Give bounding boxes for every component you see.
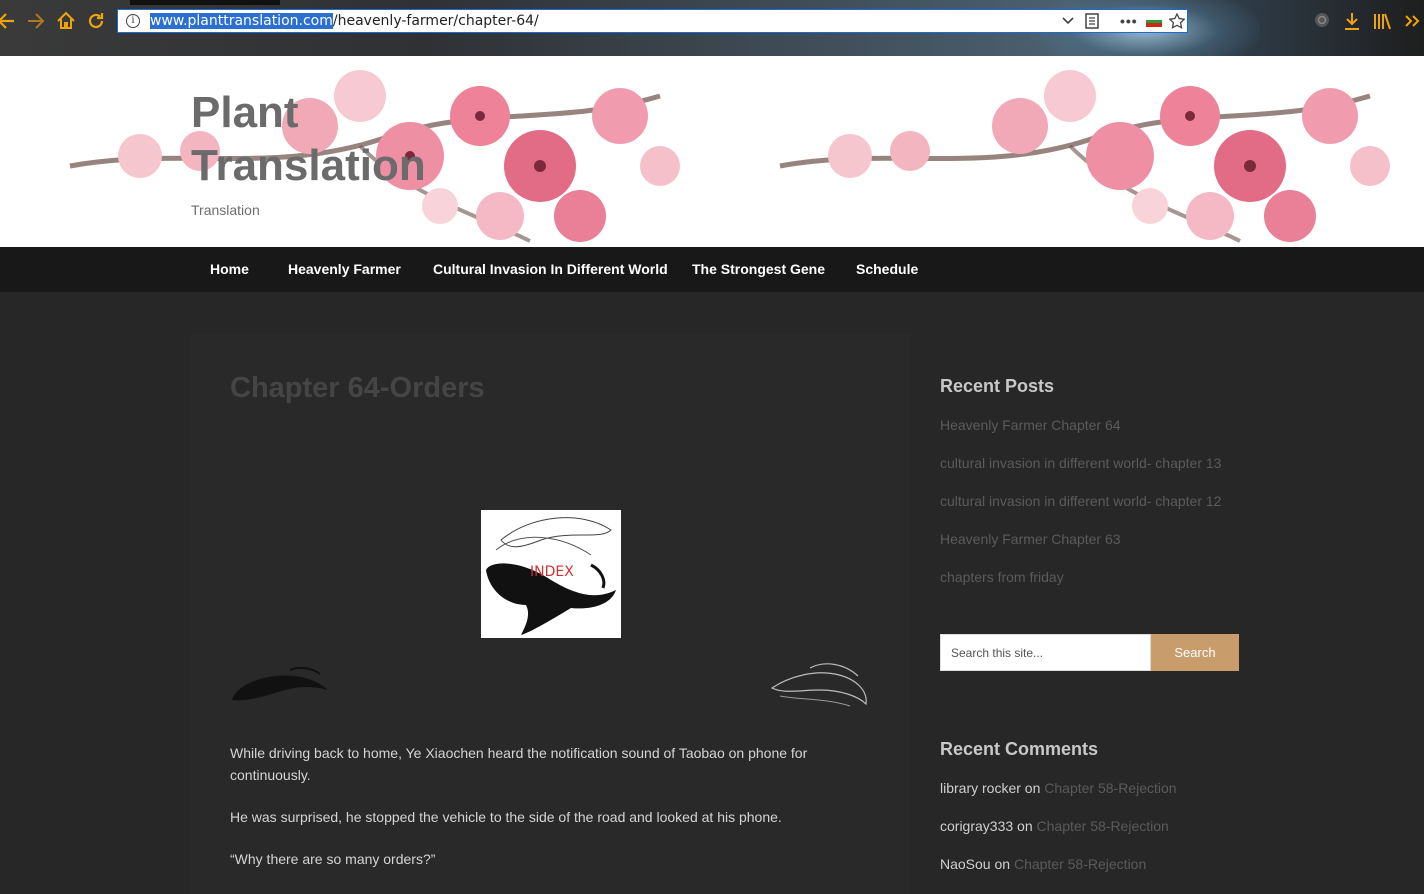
recent-posts-title: Recent Posts xyxy=(940,376,1055,396)
recent-post-link[interactable]: Heavenly Farmer Chapter 63 xyxy=(940,531,1121,547)
back-icon[interactable] xyxy=(0,10,18,34)
next-chapter-fish-icon[interactable] xyxy=(770,660,872,710)
site-tagline: Translation xyxy=(191,202,260,218)
main-navigation: Home Heavenly Farmer Cultural Invasion I… xyxy=(0,247,1424,292)
post-title: Chapter 64-Orders xyxy=(230,372,485,404)
recent-post-link[interactable]: cultural invasion in different world- ch… xyxy=(940,455,1221,471)
recent-post-link[interactable]: cultural invasion in different world- ch… xyxy=(940,493,1221,509)
search-button[interactable]: Search xyxy=(1151,634,1239,671)
dropdown-icon[interactable] xyxy=(1062,13,1074,32)
recent-comment: NaoSou on Chapter 58-Rejection xyxy=(940,856,1146,872)
download-icon[interactable] xyxy=(1343,11,1361,35)
comment-post-link[interactable]: Chapter 58-Rejection xyxy=(1037,818,1169,834)
nav-item-cultural-invasion[interactable]: Cultural Invasion In Different World xyxy=(433,261,668,277)
recent-comments-title: Recent Comments xyxy=(940,739,1099,759)
more-icon[interactable]: ••• xyxy=(1120,13,1138,29)
url-host: www.planttranslation.com xyxy=(150,13,333,29)
extension-icon[interactable] xyxy=(1313,11,1331,33)
comment-on: on xyxy=(1017,818,1033,834)
browser-toolbar: i www.planttranslation.com/heavenly-farm… xyxy=(0,0,1424,56)
nav-item-schedule[interactable]: Schedule xyxy=(856,261,918,277)
comment-on: on xyxy=(994,856,1011,872)
search-input[interactable] xyxy=(940,634,1151,671)
recent-post-link[interactable]: Heavenly Farmer Chapter 64 xyxy=(940,417,1121,433)
site-title[interactable]: Plant Translation xyxy=(191,86,491,192)
comment-author: corigray333 xyxy=(940,818,1014,834)
comment-author: NaoSou xyxy=(940,856,991,872)
comment-post-link[interactable]: Chapter 58-Rejection xyxy=(1014,856,1146,872)
comment-post-link[interactable]: Chapter 58-Rejection xyxy=(1044,780,1176,796)
active-tab-indicator xyxy=(130,0,280,5)
index-label: INDEX xyxy=(530,564,574,580)
home-icon[interactable] xyxy=(54,10,78,34)
info-icon[interactable]: i xyxy=(126,14,140,28)
nav-item-home[interactable]: Home xyxy=(210,261,249,277)
nav-item-heavenly-farmer[interactable]: Heavenly Farmer xyxy=(288,261,401,277)
comment-on: on xyxy=(1024,780,1041,796)
overflow-icon[interactable] xyxy=(1403,11,1421,35)
forward-icon[interactable] xyxy=(24,10,48,34)
post-paragraph: While driving back to home, Ye Xiaochen … xyxy=(230,745,808,783)
index-image-link[interactable]: INDEX xyxy=(481,510,621,638)
reload-icon[interactable] xyxy=(84,10,108,34)
cherry-blossom-decoration-right xyxy=(779,70,1390,243)
recent-comment: corigray333 on Chapter 58-Rejection xyxy=(940,818,1169,834)
address-bar[interactable]: i www.planttranslation.com/heavenly-farm… xyxy=(117,9,1188,33)
bookmark-star-icon[interactable] xyxy=(1168,12,1186,32)
nav-item-strongest-gene[interactable]: The Strongest Gene xyxy=(692,261,825,277)
comment-author: library rocker xyxy=(940,780,1021,796)
url-path: /heavenly-farmer/chapter-64/ xyxy=(332,13,539,29)
post-paragraph: He was surprised, he stopped the vehicle… xyxy=(230,809,782,825)
recent-post-link[interactable]: chapters from friday xyxy=(940,569,1064,585)
post-paragraph: “Why there are so many orders?” xyxy=(230,851,436,867)
recent-comment: library rocker on Chapter 58-Rejection xyxy=(940,780,1177,796)
flag-icon xyxy=(1146,16,1162,27)
library-icon[interactable] xyxy=(1373,11,1391,35)
prev-chapter-fish-icon[interactable] xyxy=(230,660,330,708)
url-text[interactable]: www.planttranslation.com/heavenly-farmer… xyxy=(150,13,539,29)
reader-icon[interactable] xyxy=(1085,13,1099,32)
